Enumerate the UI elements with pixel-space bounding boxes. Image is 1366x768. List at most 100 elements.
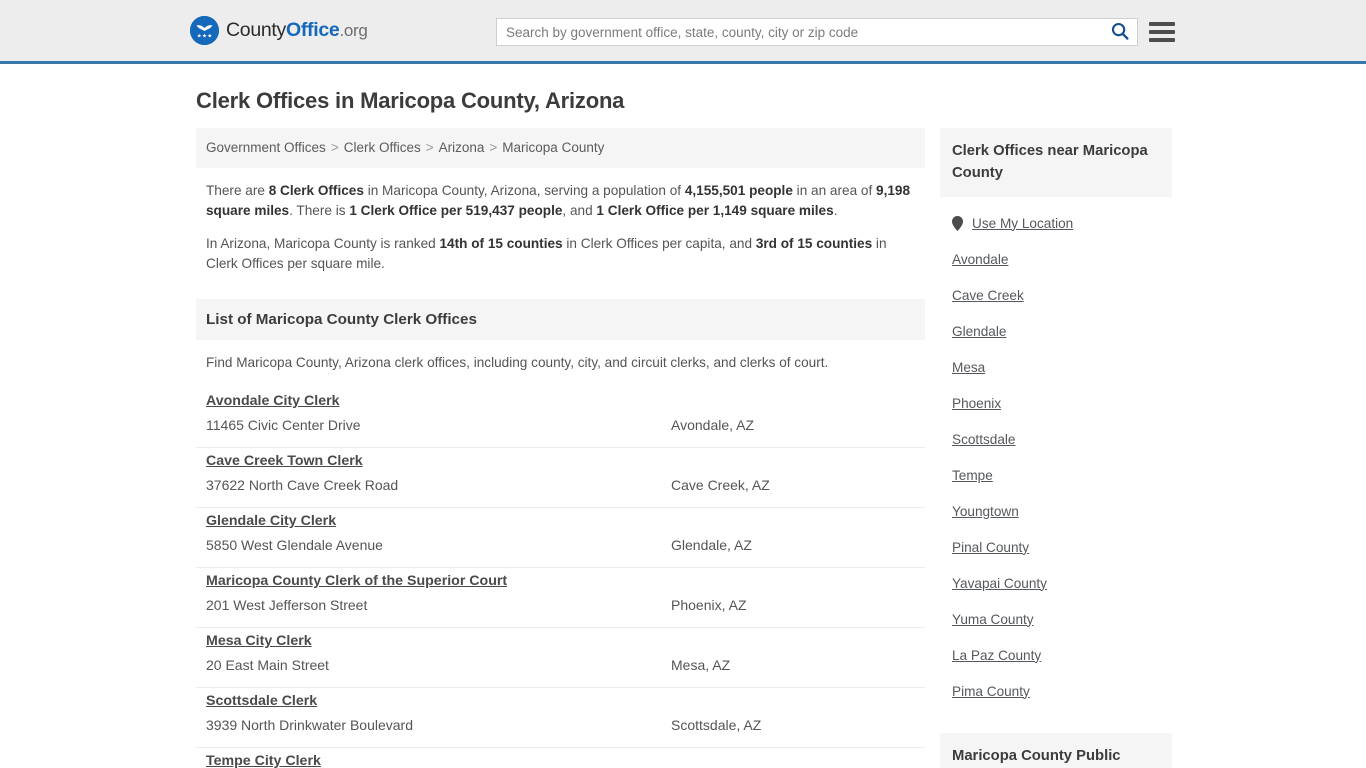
stat-text: . There is [289, 203, 350, 218]
office-meta: 3939 North Drinkwater Boulevard Scottsdal… [206, 716, 915, 735]
stat-per-people: 1 Clerk Office per 519,437 people [349, 203, 563, 218]
hamburger-menu-icon[interactable] [1149, 18, 1177, 46]
content-columns: Government Offices > Clerk Offices > Arizona… [196, 128, 1176, 768]
office-address: 20 East Main Street [206, 657, 329, 673]
office-meta: 20 East Main Street Mesa, AZ [206, 656, 915, 675]
office-meta: 37622 North Cave Creek Road Cave Creek, A… [206, 476, 915, 495]
nearby-link[interactable]: Pima County [952, 684, 1030, 699]
nearby-link-row[interactable]: Scottsdale [952, 421, 1172, 457]
stat-rank-capita: 14th of 15 counties [439, 236, 563, 251]
nearby-link[interactable]: Cave Creek [952, 288, 1024, 303]
nearby-link-row[interactable]: Yavapai County [952, 565, 1172, 601]
nearby-offices-title: Clerk Offices near Maricopa County [940, 128, 1172, 197]
clerk-office-list: Avondale City Clerk 11465 Civic Center Dr… [196, 388, 925, 768]
office-city: Glendale, AZ [671, 537, 752, 553]
stat-population: 4,155,501 people [684, 183, 793, 198]
site-logo-text: CountyOffice.org [226, 19, 368, 42]
nearby-link-row[interactable]: Tempe [952, 457, 1172, 493]
nearby-link[interactable]: Mesa [952, 360, 985, 375]
search-input[interactable] [497, 19, 1103, 45]
office-row[interactable]: Scottsdale Clerk 3939 North Drinkwater Bo… [196, 688, 925, 748]
nearby-link[interactable]: Tempe [952, 468, 993, 483]
nearby-link-row[interactable]: Pima County [952, 673, 1172, 709]
public-records-panel: Maricopa County Public Records [940, 733, 1172, 768]
public-records-title: Maricopa County Public Records [940, 733, 1172, 768]
logo-text-office: Office [286, 19, 340, 41]
office-name-link[interactable]: Avondale City Clerk [206, 393, 340, 409]
search-bar[interactable] [496, 18, 1138, 46]
office-name-link[interactable]: Maricopa County Clerk of the Superior Co… [206, 573, 507, 589]
office-row[interactable]: Tempe City Clerk [196, 748, 925, 768]
nearby-link-row[interactable]: Mesa [952, 349, 1172, 385]
sidebar: Clerk Offices near Maricopa County Use M… [940, 128, 1172, 768]
office-address: 5850 West Glendale Avenue [206, 537, 383, 553]
office-address: 11465 Civic Center Drive [206, 417, 361, 433]
breadcrumb-item-2[interactable]: Arizona [439, 140, 485, 155]
search-button[interactable] [1103, 19, 1137, 45]
site-header: CountyOffice.org [0, 0, 1366, 64]
breadcrumb-item-1[interactable]: Clerk Offices [344, 140, 421, 155]
breadcrumb-item-0[interactable]: Government Offices [206, 140, 326, 155]
nearby-link-row[interactable]: Avondale [952, 241, 1172, 277]
office-city: Phoenix, AZ [671, 597, 747, 613]
nearby-link[interactable]: La Paz County [952, 648, 1041, 663]
office-row[interactable]: Avondale City Clerk 11465 Civic Center Dr… [196, 388, 925, 448]
nearby-link-row[interactable]: Phoenix [952, 385, 1172, 421]
office-meta: 5850 West Glendale Avenue Glendale, AZ [206, 536, 915, 555]
office-city: Mesa, AZ [671, 657, 731, 673]
nearby-link-row[interactable]: Pinal County [952, 529, 1172, 565]
breadcrumb-item-3[interactable]: Maricopa County [502, 140, 604, 155]
office-row[interactable]: Maricopa County Clerk of the Superior Co… [196, 568, 925, 628]
office-city: Scottsdale, AZ [671, 717, 762, 733]
nearby-link[interactable]: Glendale [952, 324, 1006, 339]
office-name-link[interactable]: Cave Creek Town Clerk [206, 453, 363, 469]
nearby-link[interactable]: Pinal County [952, 540, 1029, 555]
nearby-link-row[interactable]: Glendale [952, 313, 1172, 349]
menu-bar-1 [1149, 22, 1175, 26]
list-section-title: List of Maricopa County Clerk Offices [196, 299, 925, 340]
nearby-offices-panel: Clerk Offices near Maricopa County Use M… [940, 128, 1172, 709]
stat-rank-area: 3rd of 15 counties [755, 236, 873, 251]
office-name-link[interactable]: Tempe City Clerk [206, 753, 321, 768]
use-my-location-row[interactable]: Use My Location [952, 205, 1172, 241]
office-meta: 11465 Civic Center Drive Avondale, AZ [206, 416, 915, 435]
nearby-link[interactable]: Youngtown [952, 504, 1019, 519]
office-address: 3939 North Drinkwater Boulevard [206, 717, 413, 733]
nearby-link[interactable]: Avondale [952, 252, 1008, 267]
office-city: Cave Creek, AZ [671, 477, 770, 493]
stat-text: In Arizona, Maricopa County is ranked [206, 236, 440, 251]
office-row[interactable]: Mesa City Clerk 20 East Main Street Mesa, … [196, 628, 925, 688]
statistics-paragraph-1: There are 8 Clerk Offices in Maricopa Co… [206, 181, 915, 221]
nearby-link-row[interactable]: La Paz County [952, 637, 1172, 673]
main-content: Government Offices > Clerk Offices > Arizona… [196, 128, 925, 768]
stat-office-count: 8 Clerk Offices [268, 183, 364, 198]
stat-text: . [833, 203, 838, 218]
stat-text: in an area of [792, 183, 877, 198]
nearby-link-row[interactable]: Yuma County [952, 601, 1172, 637]
nearby-link-row[interactable]: Cave Creek [952, 277, 1172, 313]
office-name-link[interactable]: Scottsdale Clerk [206, 693, 317, 709]
use-my-location-link[interactable]: Use My Location [972, 216, 1073, 231]
nearby-link[interactable]: Yuma County [952, 612, 1034, 627]
county-statistics: There are 8 Clerk Offices in Maricopa Co… [196, 168, 925, 291]
stat-text: , and [562, 203, 597, 218]
office-row[interactable]: Glendale City Clerk 5850 West Glendale Av… [196, 508, 925, 568]
nearby-link[interactable]: Yavapai County [952, 576, 1047, 591]
nearby-link[interactable]: Scottsdale [952, 432, 1015, 447]
nearby-link[interactable]: Phoenix [952, 396, 1001, 411]
logo-text-org: .org [339, 21, 368, 40]
eagle-seal-icon [190, 16, 219, 45]
office-row[interactable]: Cave Creek Town Clerk 37622 North Cave Cr… [196, 448, 925, 508]
map-pin-icon [952, 215, 965, 231]
stat-per-area: 1 Clerk Office per 1,149 square miles [596, 203, 834, 218]
page-title: Clerk Offices in Maricopa County, Arizon… [196, 88, 625, 113]
breadcrumb-separator-1: > [425, 140, 434, 155]
site-logo[interactable]: CountyOffice.org [190, 16, 368, 45]
office-meta: 201 West Jefferson Street Phoenix, AZ [206, 596, 915, 615]
page-body: Clerk Offices in Maricopa County, Arizon… [0, 87, 1366, 768]
breadcrumb: Government Offices > Clerk Offices > Arizona… [196, 128, 925, 168]
office-name-link[interactable]: Mesa City Clerk [206, 633, 312, 649]
menu-bar-2 [1149, 30, 1175, 34]
office-name-link[interactable]: Glendale City Clerk [206, 513, 336, 529]
nearby-link-row[interactable]: Youngtown [952, 493, 1172, 529]
